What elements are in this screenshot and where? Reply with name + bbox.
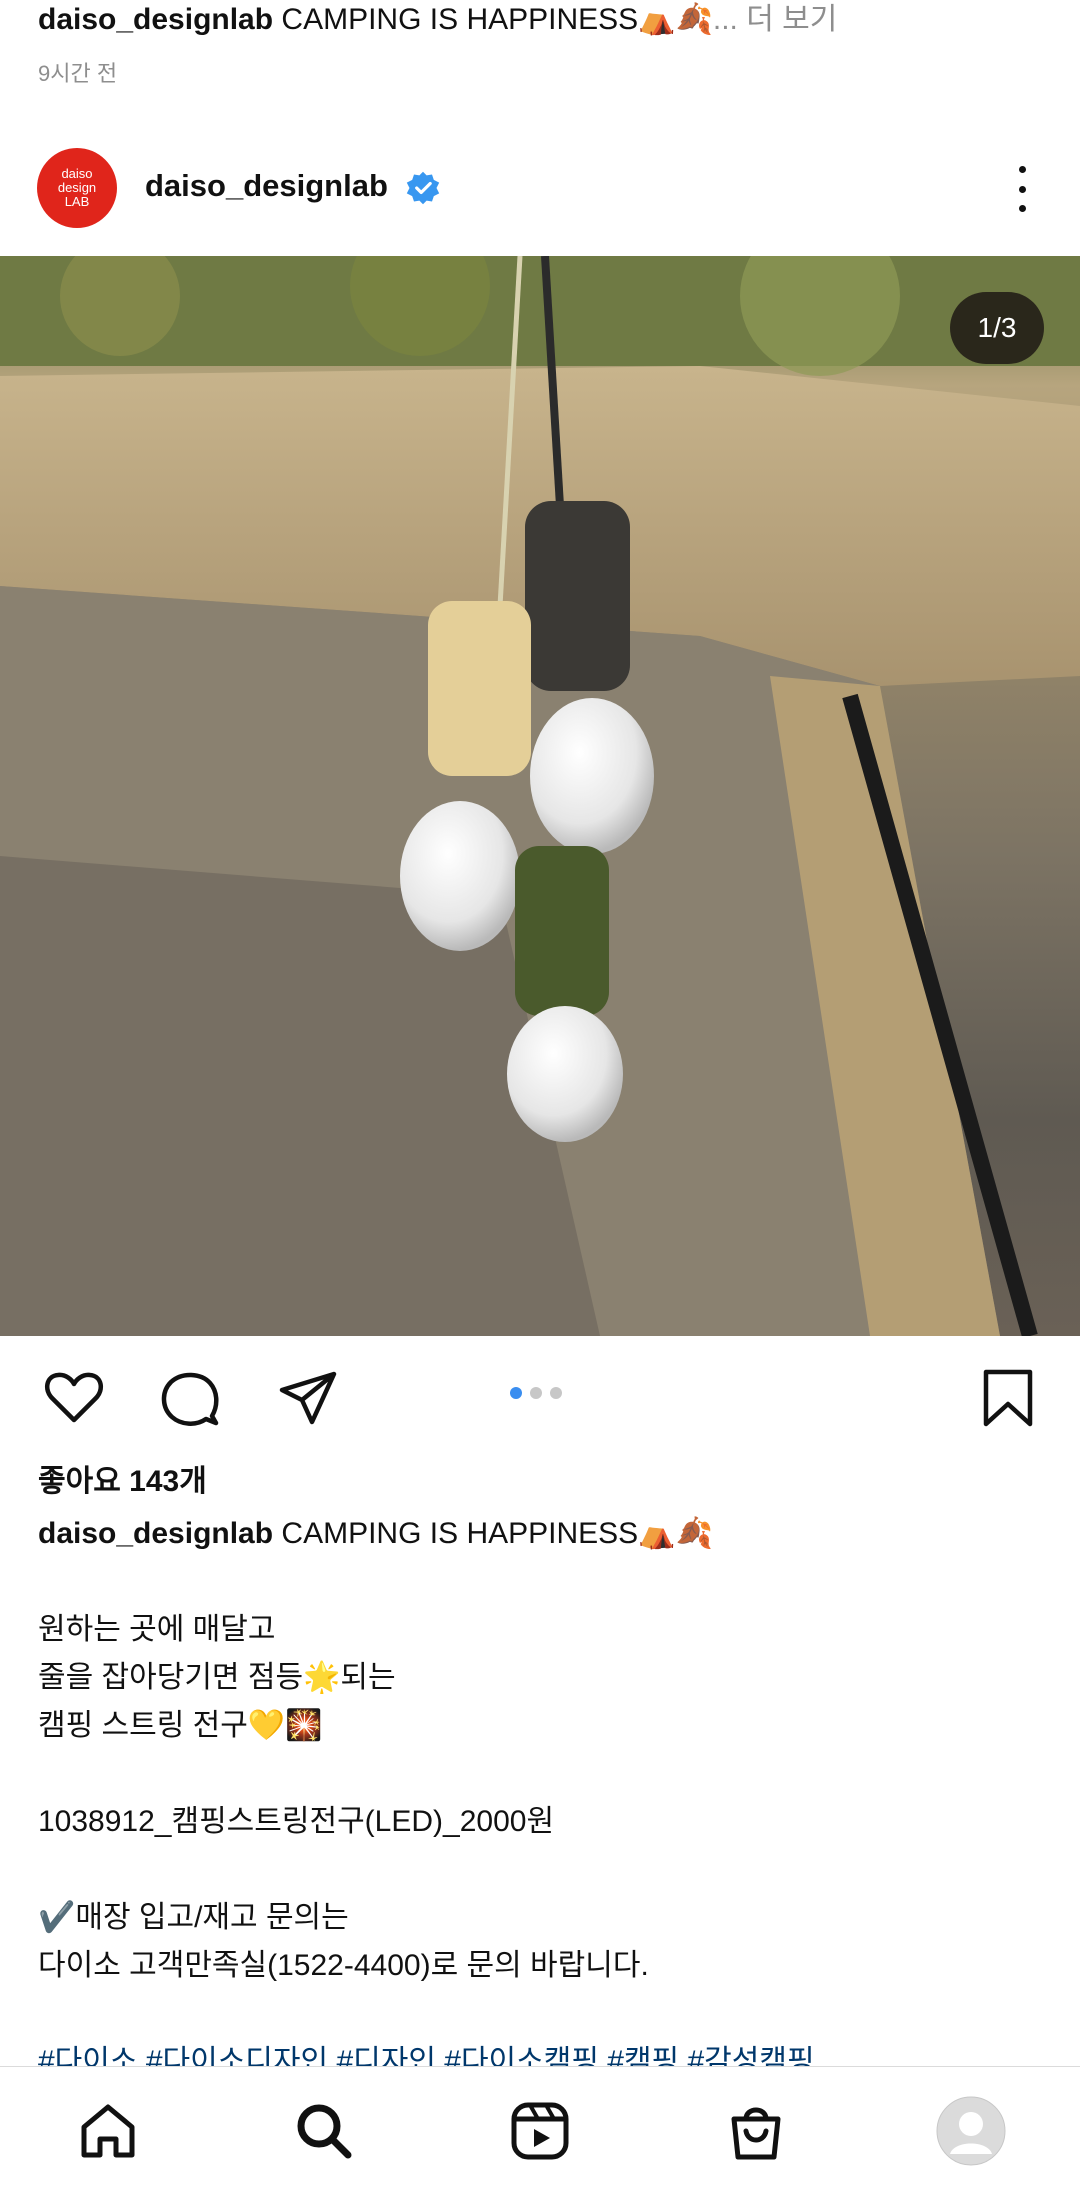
carousel-counter: 1/3	[950, 292, 1044, 364]
more-link[interactable]: ... 더 보기	[713, 3, 837, 36]
post-username[interactable]: daiso_designlab	[145, 168, 388, 204]
carousel-dot-2	[530, 1387, 542, 1399]
prev-post-caption-text: CAMPING IS HAPPINESS⛺🍂	[273, 3, 713, 36]
caption-line: ✔️매장 입고/재고 문의는	[38, 1901, 349, 1934]
bottom-nav	[0, 2066, 1080, 2195]
avatar-text-1: daiso	[61, 166, 93, 181]
caption-line	[38, 1846, 1038, 1894]
caption-line	[38, 1990, 1038, 2038]
avatar-text-3: LAB	[64, 194, 90, 209]
carousel-dot-3	[550, 1387, 562, 1399]
post-photo[interactable]	[0, 256, 1080, 1336]
likes-count[interactable]: 좋아요 143개	[38, 1456, 207, 1500]
avatar[interactable]: daiso design LAB	[37, 148, 117, 228]
shop-icon[interactable]	[724, 2099, 788, 2163]
photo-scene	[0, 256, 1080, 1336]
caption-line: 캠핑 스트링 전구💛🎇	[38, 1709, 323, 1742]
post-caption: daiso_designlab CAMPING IS HAPPINESS⛺🍂 원…	[38, 1510, 1038, 2086]
heart-icon[interactable]	[42, 1366, 106, 1430]
reels-icon[interactable]	[508, 2099, 572, 2163]
caption-title: CAMPING IS HAPPINESS⛺🍂	[273, 1517, 713, 1550]
search-icon[interactable]	[292, 2099, 356, 2163]
caption-line: 줄을 잡아당기면 점등🌟되는	[38, 1661, 396, 1694]
more-icon[interactable]	[1000, 164, 1044, 214]
avatar-text-2: design	[57, 180, 97, 195]
verified-icon	[406, 171, 440, 205]
caption-line: 다이소 고객만족실(1522-4400)로 문의 바랍니다.	[38, 1949, 649, 1982]
caption-line	[38, 1750, 1038, 1798]
home-icon[interactable]	[76, 2099, 140, 2163]
profile-icon[interactable]	[936, 2096, 1006, 2166]
caption-line: 원하는 곳에 매달고	[38, 1613, 276, 1646]
carousel-dots	[510, 1387, 562, 1399]
caption-line: 1038912_캠핑스트링전구(LED)_2000원	[38, 1805, 555, 1838]
share-icon[interactable]	[276, 1366, 340, 1430]
prev-post-caption[interactable]: daiso_designlab CAMPING IS HAPPINESS⛺🍂..…	[38, 0, 837, 38]
comment-icon[interactable]	[158, 1366, 222, 1430]
caption-username[interactable]: daiso_designlab	[38, 1517, 273, 1550]
carousel-dot-1	[510, 1387, 522, 1399]
bookmark-icon[interactable]	[976, 1366, 1040, 1430]
caption-line	[38, 1558, 1038, 1606]
prev-post-time: 9시간 전	[38, 61, 118, 86]
prev-post-username[interactable]: daiso_designlab	[38, 3, 273, 36]
